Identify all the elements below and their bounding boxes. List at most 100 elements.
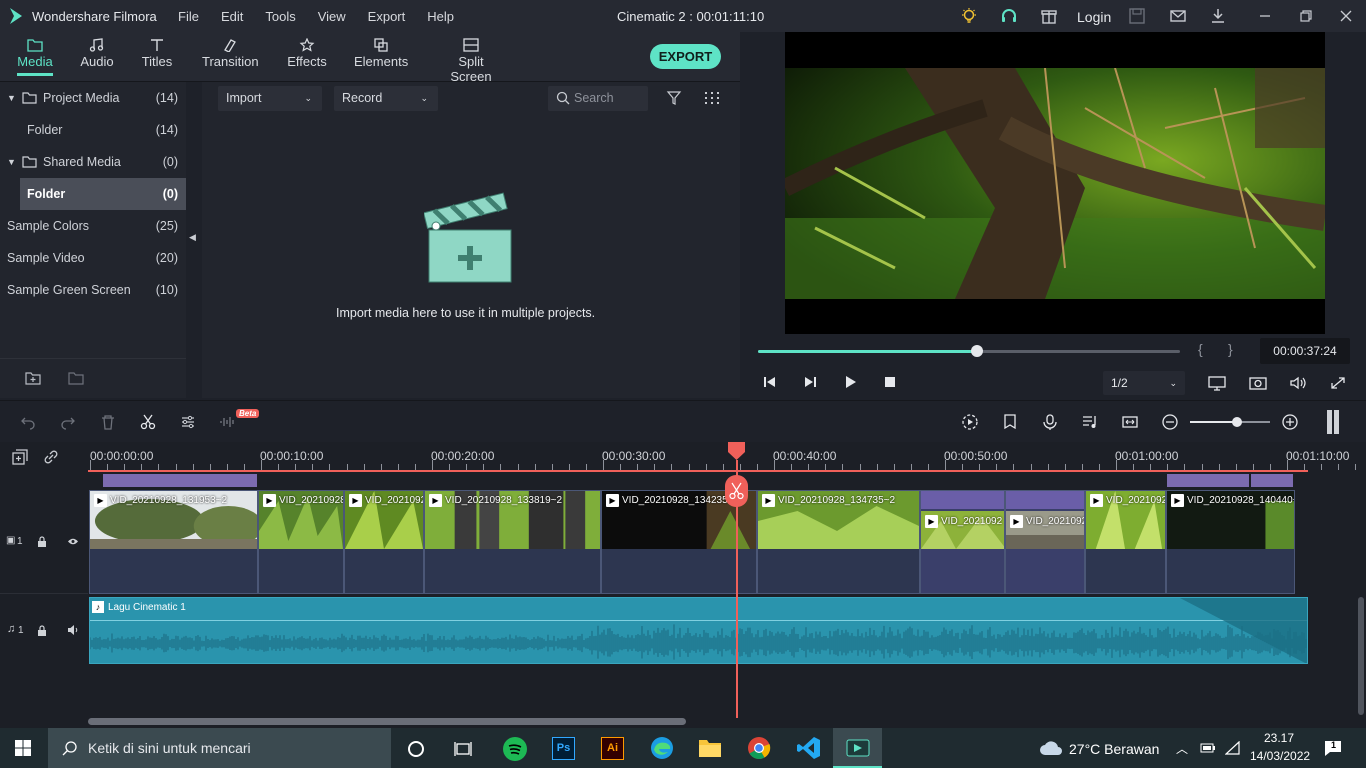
battery-icon[interactable]	[1200, 741, 1216, 755]
stop-icon[interactable]	[882, 375, 898, 389]
tab-audio[interactable]: Audio	[80, 38, 114, 69]
time-ruler[interactable]: 00:00:00:00 00:00:10:00 00:00:20:00 00:0…	[88, 442, 1366, 472]
menu-view[interactable]: View	[318, 9, 346, 24]
fullscreen-icon[interactable]	[1329, 375, 1347, 391]
lock-icon[interactable]	[37, 625, 47, 636]
video-clip[interactable]: ▶ VID_20210928_133819~2	[424, 490, 601, 594]
pause-bars-icon[interactable]	[1325, 410, 1341, 434]
render-preview-icon[interactable]	[961, 413, 979, 431]
playhead[interactable]	[725, 442, 748, 718]
cortana-icon[interactable]	[407, 740, 425, 758]
vscode-icon[interactable]	[797, 736, 821, 760]
video-clip[interactable]: ▶ VID_2021092	[920, 490, 1005, 594]
collapse-arrow-icon[interactable]: ◀	[189, 232, 196, 243]
spotify-icon[interactable]	[503, 737, 527, 761]
microphone-icon[interactable]	[1041, 413, 1059, 431]
undo-icon[interactable]	[20, 414, 36, 430]
chrome-icon[interactable]	[747, 736, 771, 760]
delete-icon[interactable]	[100, 414, 116, 430]
tab-effects[interactable]: Effects	[286, 38, 328, 69]
scissors-icon[interactable]	[140, 414, 156, 430]
chevron-up-icon[interactable]: ︿	[1176, 740, 1188, 757]
timeline-zoom-slider[interactable]	[1190, 417, 1270, 427]
tab-elements[interactable]: Elements	[354, 38, 408, 69]
clock-time[interactable]: 23.17	[1264, 731, 1294, 745]
tab-titles[interactable]: Titles	[141, 38, 173, 69]
import-dropdown[interactable]: Import ⌄	[218, 86, 322, 111]
search-input[interactable]: Search	[548, 86, 648, 111]
taskbar-search-box[interactable]: Ketik di sini untuk mencari	[48, 728, 391, 768]
display-icon[interactable]	[1208, 375, 1226, 391]
video-clip[interactable]: ▶ VID_2021092	[1005, 490, 1085, 594]
video-clip[interactable]: ▶ VID_20210928_134735~2	[757, 490, 920, 594]
menu-file[interactable]: File	[178, 9, 199, 24]
lightbulb-icon[interactable]	[960, 7, 978, 25]
clock-date[interactable]: 14/03/2022	[1250, 749, 1310, 763]
menu-tools[interactable]: Tools	[265, 9, 295, 24]
new-folder-icon[interactable]	[25, 371, 41, 385]
filmora-taskbar-button[interactable]	[833, 728, 882, 768]
login-link[interactable]: Login	[1077, 9, 1111, 25]
zoom-slider-handle[interactable]	[1232, 417, 1242, 427]
sidebar-item-sample-green-screen[interactable]: Sample Green Screen (10)	[0, 274, 186, 306]
adjust-icon[interactable]	[180, 414, 196, 430]
timeline-scrollbar[interactable]	[88, 718, 686, 725]
panel-splitter[interactable]: ◀	[186, 82, 202, 398]
gift-icon[interactable]	[1040, 7, 1058, 25]
filter-icon[interactable]	[666, 90, 682, 106]
notification-icon[interactable]: 1	[1324, 739, 1342, 757]
speaker-icon[interactable]	[67, 625, 79, 635]
sidebar-item-folder[interactable]: Folder (14)	[0, 114, 186, 146]
playhead-handle[interactable]	[728, 442, 745, 462]
record-dropdown[interactable]: Record ⌄	[334, 86, 438, 111]
preview-progress-track[interactable]	[758, 345, 1180, 357]
menu-edit[interactable]: Edit	[221, 9, 243, 24]
eye-icon[interactable]	[67, 537, 79, 546]
edge-icon[interactable]	[650, 736, 674, 760]
restore-icon[interactable]	[1297, 7, 1315, 25]
snapshot-camera-icon[interactable]	[1249, 375, 1267, 391]
previous-frame-icon[interactable]	[762, 375, 778, 389]
sidebar-item-sample-video[interactable]: Sample Video (20)	[0, 242, 186, 274]
zoom-in-icon[interactable]	[1281, 413, 1299, 431]
split-scissors-button[interactable]	[725, 475, 748, 507]
tab-media[interactable]: Media	[17, 38, 53, 76]
audio-waveform-icon[interactable]	[219, 414, 237, 430]
headset-icon[interactable]	[1000, 7, 1018, 25]
mark-in-button[interactable]: {	[1198, 341, 1203, 357]
fit-timeline-icon[interactable]	[1121, 413, 1139, 431]
close-icon[interactable]	[1337, 7, 1355, 25]
tab-split-screen[interactable]: Split Screen	[437, 38, 505, 84]
file-explorer-icon[interactable]	[698, 737, 722, 759]
video-clip[interactable]: ▶ VID_20210928_131953~2	[89, 490, 258, 594]
sidebar-item-shared-folder[interactable]: Folder (0)	[20, 178, 186, 210]
lock-icon[interactable]	[37, 536, 47, 547]
save-icon[interactable]	[1128, 7, 1146, 25]
sidebar-item-shared-media[interactable]: ▼ Shared Media (0)	[0, 146, 186, 178]
play-frame-icon[interactable]	[802, 375, 818, 389]
download-icon[interactable]	[1209, 7, 1227, 25]
voiceover-list-icon[interactable]	[1081, 413, 1099, 431]
photoshop-icon[interactable]: Ps	[552, 737, 575, 760]
task-view-icon[interactable]	[454, 740, 472, 758]
folder-outline-icon[interactable]	[68, 371, 84, 385]
preview-progress-handle[interactable]	[971, 345, 984, 357]
video-clip[interactable]: ▶ VID_2021092	[344, 490, 424, 594]
audio-clip[interactable]: ♪ Lagu Cinematic 1	[89, 597, 1308, 664]
tab-transition[interactable]: Transition	[202, 38, 259, 69]
sidebar-item-project-media[interactable]: ▼ Project Media (14)	[0, 82, 186, 114]
mail-icon[interactable]	[1169, 7, 1187, 25]
windows-start-icon[interactable]	[15, 740, 31, 756]
play-icon[interactable]	[842, 375, 858, 389]
marker-icon[interactable]	[1001, 413, 1019, 431]
add-track-icon[interactable]	[11, 448, 29, 466]
weather-text[interactable]: 27°C Berawan	[1069, 741, 1159, 757]
menu-help[interactable]: Help	[427, 9, 454, 24]
video-clip[interactable]: ▶ VID_20210928	[258, 490, 344, 594]
volume-icon[interactable]	[1289, 375, 1307, 391]
grid-view-icon[interactable]	[704, 90, 720, 106]
menu-export[interactable]: Export	[368, 9, 406, 24]
illustrator-icon[interactable]: Ai	[601, 737, 624, 760]
mark-out-button[interactable]: }	[1228, 341, 1233, 357]
sidebar-item-sample-colors[interactable]: Sample Colors (25)	[0, 210, 186, 242]
